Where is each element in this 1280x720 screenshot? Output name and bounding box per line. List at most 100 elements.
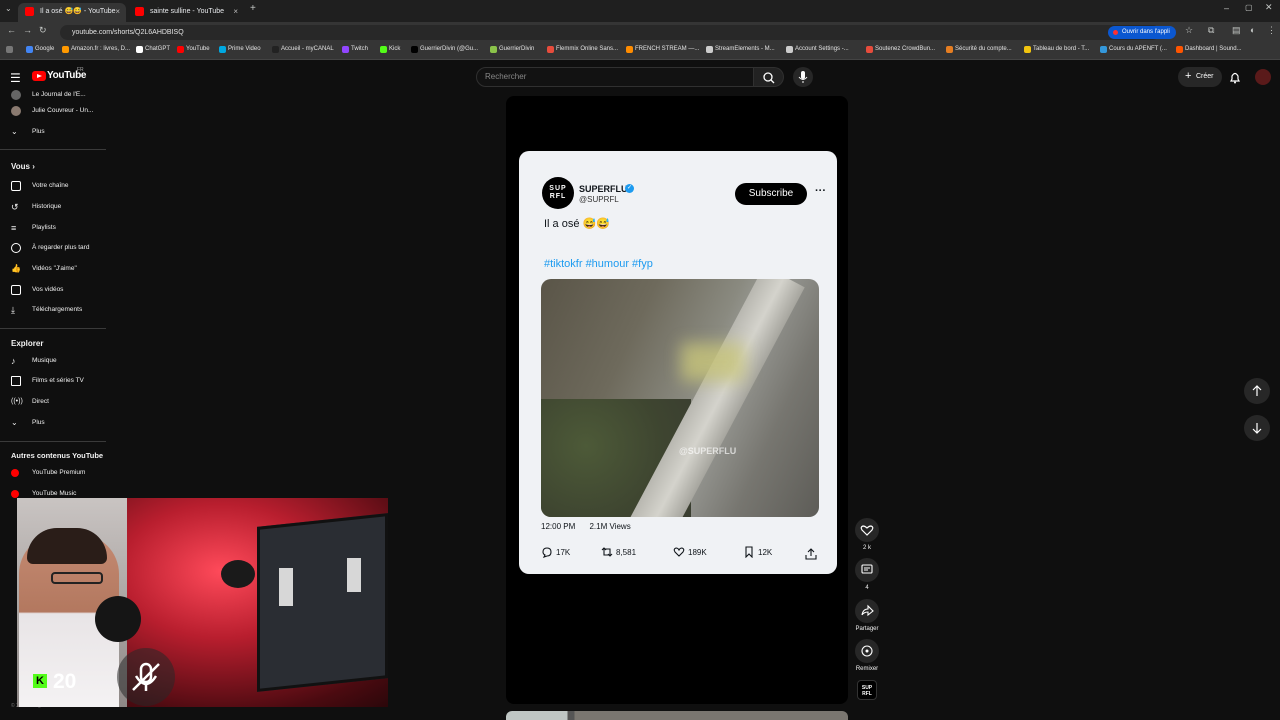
bookmark[interactable]: Google	[26, 46, 54, 53]
explore-heading: Explorer	[11, 339, 44, 348]
close-tab-icon[interactable]: ×	[233, 3, 238, 20]
apps-icon[interactable]: ⊞	[6, 46, 14, 53]
like-stat: 189K	[673, 547, 707, 557]
search-button[interactable]	[754, 67, 784, 87]
remix-icon	[861, 645, 873, 657]
like-button[interactable]	[855, 518, 879, 542]
url-field[interactable]: youtube.com/shorts/Q2L6AHDBISQ	[60, 25, 1160, 40]
new-tab-button[interactable]: +	[250, 3, 256, 14]
like-action[interactable]: 2 k	[855, 518, 879, 551]
sidebar-item-live[interactable]: ((•)) Direct	[0, 393, 106, 413]
sidebar-item-premium[interactable]: YouTube Premium	[0, 464, 106, 484]
bookmark[interactable]: Kick	[380, 46, 400, 53]
bookmark[interactable]: StreamElements - M...	[706, 46, 775, 53]
hamburger-menu-icon[interactable]: ☰	[10, 71, 21, 85]
more-options-icon[interactable]: ···	[815, 185, 826, 197]
youtube-play-icon	[32, 71, 46, 81]
tab-active[interactable]: Il a osé 😅😅 - YouTube ×	[18, 3, 126, 22]
divider	[0, 149, 106, 150]
open-in-app-button[interactable]: Ouvrir dans l'appli	[1108, 26, 1176, 39]
comment-action[interactable]: 4	[855, 558, 879, 591]
railing	[623, 279, 805, 517]
bookmark-star-icon[interactable]: ☆	[1185, 25, 1193, 36]
bookmark[interactable]: Account Settings -...	[786, 46, 849, 53]
bookmark[interactable]: Cours du APENFT (...	[1100, 46, 1167, 53]
hashtags[interactable]: #tiktokfr #humour #fyp	[544, 258, 653, 270]
bookmark[interactable]: Flemmix Online Sans...	[547, 46, 618, 53]
bookmark[interactable]: GuerrierDivin	[490, 46, 534, 53]
close-window-icon[interactable]: ✕	[1265, 2, 1273, 13]
viewer-count: 20	[53, 670, 77, 693]
extensions-icon[interactable]: ⧉	[1208, 25, 1214, 36]
bookmark[interactable]: GuerrierDivin (@Gu...	[411, 46, 478, 53]
sidebar-item-liked[interactable]: 👍 Vidéos "J'aime"	[0, 260, 106, 280]
share-button[interactable]	[855, 599, 879, 623]
forward-icon[interactable]: →	[23, 25, 32, 35]
bookmark[interactable]: Soutenez CrowdBun...	[866, 46, 935, 53]
bookmarks-bar: ⊞ Google Amazon.fr : livres, D... ChatGP…	[0, 42, 1280, 60]
sidebar-item-your-videos[interactable]: Vos vidéos	[0, 281, 106, 301]
remix-action[interactable]: Remixer	[855, 639, 879, 672]
next-short-preview[interactable]	[506, 711, 848, 720]
sidebar-item-films[interactable]: Films et séries TV	[0, 372, 106, 392]
audio-source-avatar[interactable]: SUP RFL	[857, 680, 877, 700]
sidebar-item-history[interactable]: ↺ Historique	[0, 198, 106, 218]
sidebar-item-more[interactable]: ⌄ Plus	[0, 123, 106, 143]
sidebar-item-more[interactable]: ⌄ Plus	[0, 414, 106, 434]
subscribe-button[interactable]: Subscribe	[735, 183, 807, 205]
channel-avatar[interactable]: SUP RFL	[542, 177, 574, 209]
minimize-icon[interactable]: –	[1224, 3, 1229, 13]
sidebar-item-label: Playlists	[32, 224, 56, 231]
comment-button[interactable]	[855, 558, 879, 582]
chevron-down-icon: ⌄	[11, 127, 18, 136]
sidebar-item-music[interactable]: ♪ Musique	[0, 352, 106, 372]
next-short-button[interactable]	[1244, 415, 1270, 441]
like-count: 2 k	[862, 545, 871, 551]
sidebar-item-label: Direct	[32, 398, 49, 405]
bookmark[interactable]: Dashboard | Sound...	[1176, 46, 1242, 53]
you-heading[interactable]: Vous ›	[11, 162, 35, 171]
bookmark[interactable]: Prime Video	[219, 46, 261, 53]
tab-inactive[interactable]: sainte sulline - YouTube ×	[128, 3, 244, 22]
film-icon	[11, 376, 21, 386]
search-input[interactable]: Rechercher	[476, 67, 754, 87]
notifications-bell-icon[interactable]	[1228, 70, 1242, 84]
bookmark[interactable]: YouTube	[177, 46, 210, 53]
sidebar-item-label: Films et séries TV	[32, 377, 84, 384]
clock-icon	[11, 243, 21, 253]
bookmark[interactable]: Accueil - myCANAL	[272, 46, 334, 53]
profile-icon[interactable]: ◐	[1250, 25, 1255, 35]
sidebar-item-label: Julie Couvreur - Un...	[32, 107, 94, 114]
bookmark[interactable]: Sécurité du compte...	[946, 46, 1012, 53]
sidebar-item-playlists[interactable]: ≡ Playlists	[0, 219, 106, 239]
tab-search-icon[interactable]: ⌄	[5, 4, 12, 13]
account-avatar[interactable]	[1255, 69, 1271, 85]
voice-search-button[interactable]	[793, 67, 813, 87]
bookmark[interactable]: Twitch	[342, 46, 368, 53]
channel-name[interactable]: SUPERFLU	[579, 184, 628, 194]
reload-icon[interactable]: ↻	[39, 25, 47, 36]
bookmark[interactable]: Tableau de bord - T...	[1024, 46, 1089, 53]
bookmark[interactable]: FRENCH STREAM —...	[626, 46, 699, 53]
back-icon[interactable]: ←	[7, 25, 16, 35]
reply-stat: 17K	[541, 547, 570, 558]
bookmark[interactable]: Amazon.fr : livres, D...	[62, 46, 130, 53]
close-tab-icon[interactable]: ×	[115, 3, 120, 20]
avatar-icon	[11, 90, 21, 100]
chevron-down-icon: ⌄	[11, 418, 18, 427]
sidebar-item-downloads[interactable]: ⤓ Téléchargements	[0, 301, 106, 321]
post-views: 2.1M Views	[589, 522, 631, 531]
reply-icon	[542, 547, 552, 558]
sidebar-item-channel[interactable]: Votre chaîne	[0, 177, 106, 197]
maximize-icon[interactable]: ▢	[1245, 3, 1253, 12]
sidebar-subscription[interactable]: Julie Couvreur - Un...	[0, 102, 106, 122]
sidebar-item-watch-later[interactable]: À regarder plus tard	[0, 239, 106, 259]
remix-button[interactable]	[855, 639, 879, 663]
share-action[interactable]: Partager	[855, 599, 879, 632]
sidepanel-icon[interactable]: ▤	[1232, 25, 1241, 36]
bookmark[interactable]: ChatGPT	[136, 46, 170, 53]
browser-menu-icon[interactable]: ⋮	[1267, 25, 1276, 36]
create-button[interactable]: Créer	[1178, 66, 1222, 87]
comment-count: 4	[865, 585, 869, 591]
previous-short-button[interactable]	[1244, 378, 1270, 404]
